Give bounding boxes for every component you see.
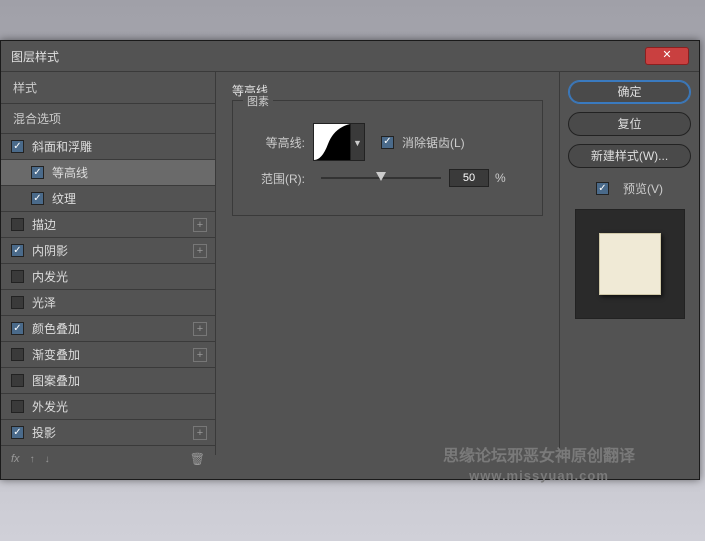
add-effect-icon[interactable]: + [193, 218, 207, 232]
style-item-6[interactable]: 光泽 [1, 289, 215, 315]
style-label: 内发光 [32, 268, 68, 285]
style-checkbox[interactable] [11, 218, 24, 231]
content-area: 样式 混合选项 斜面和浮雕等高线纹理描边+内阴影+内发光光泽颜色叠加+渐变叠加+… [1, 72, 699, 455]
style-checkbox[interactable] [11, 296, 24, 309]
style-item-10[interactable]: 外发光 [1, 393, 215, 419]
style-checkbox[interactable] [11, 270, 24, 283]
contour-row: 等高线: ▼ 消除锯齿(L) [249, 123, 526, 161]
preview-toggle-row: 预览(V) [568, 180, 691, 197]
style-item-0[interactable]: 斜面和浮雕 [1, 133, 215, 159]
style-checkbox[interactable] [11, 322, 24, 335]
antialias-label: 消除锯齿(L) [402, 134, 465, 151]
range-row: 范围(R): % [249, 169, 526, 187]
add-effect-icon[interactable]: + [193, 244, 207, 258]
range-unit: % [495, 171, 506, 185]
style-checkbox[interactable] [31, 166, 44, 179]
style-label: 图案叠加 [32, 372, 80, 389]
style-label: 描边 [32, 216, 56, 233]
style-label: 纹理 [52, 190, 76, 207]
antialias-checkbox[interactable] [381, 136, 394, 149]
section-title: 等高线 [232, 82, 543, 99]
contour-label: 等高线: [249, 134, 305, 151]
style-label: 斜面和浮雕 [32, 138, 92, 155]
style-checkbox[interactable] [11, 348, 24, 361]
style-checkbox[interactable] [11, 400, 24, 413]
style-checkbox[interactable] [11, 426, 24, 439]
arrow-up-icon[interactable]: ↑ [30, 454, 35, 465]
style-item-2[interactable]: 纹理 [1, 185, 215, 211]
style-item-9[interactable]: 图案叠加 [1, 367, 215, 393]
right-column: 确定 复位 新建样式(W)... 预览(V) [559, 72, 699, 455]
arrow-down-icon[interactable]: ↓ [45, 454, 50, 465]
style-checkbox[interactable] [11, 374, 24, 387]
style-label: 外发光 [32, 398, 68, 415]
elements-group: 图素 等高线: ▼ 消除锯齿(L) 范围(R): [232, 100, 543, 216]
style-label: 投影 [32, 424, 56, 441]
group-label: 图素 [243, 93, 273, 109]
close-button[interactable]: ✕ [645, 47, 689, 65]
add-effect-icon[interactable]: + [193, 348, 207, 362]
settings-panel: 等高线 图素 等高线: ▼ 消除锯齿(L) 范围(R): [216, 72, 559, 455]
range-input[interactable] [449, 169, 489, 187]
style-label: 等高线 [52, 164, 88, 181]
blending-options[interactable]: 混合选项 [1, 104, 215, 133]
preview-label: 预览(V) [623, 180, 663, 197]
fx-icon[interactable]: fx [11, 453, 20, 465]
style-checkbox[interactable] [11, 140, 24, 153]
contour-picker[interactable] [313, 123, 351, 161]
layer-style-dialog: 图层样式 ✕ 样式 混合选项 斜面和浮雕等高线纹理描边+内阴影+内发光光泽颜色叠… [0, 40, 700, 480]
titlebar: 图层样式 ✕ [1, 41, 699, 72]
preview-swatch [599, 233, 661, 295]
styles-sidebar: 样式 混合选项 斜面和浮雕等高线纹理描边 + 内阴影 + 内发光光泽颜色叠加 + 渐变叠加 +… [1, 72, 216, 455]
range-slider[interactable] [321, 177, 441, 179]
style-item-11[interactable]: 投影 + [1, 419, 215, 445]
preview-checkbox[interactable] [596, 182, 609, 195]
style-item-5[interactable]: 内发光 [1, 263, 215, 289]
style-item-3[interactable]: 描边 + [1, 211, 215, 237]
style-checkbox[interactable] [11, 244, 24, 257]
range-label: 范围(R): [249, 170, 305, 187]
style-label: 颜色叠加 [32, 320, 80, 337]
sidebar-header[interactable]: 样式 [1, 72, 215, 104]
preview-box [575, 209, 685, 319]
sidebar-footer: fx ↑ ↓ 🗑 [1, 445, 215, 472]
style-label: 渐变叠加 [32, 346, 80, 363]
trash-icon[interactable]: 🗑 [190, 452, 205, 466]
style-item-1[interactable]: 等高线 [1, 159, 215, 185]
style-item-7[interactable]: 颜色叠加 + [1, 315, 215, 341]
style-checkbox[interactable] [31, 192, 44, 205]
ok-button[interactable]: 确定 [568, 80, 691, 104]
style-item-8[interactable]: 渐变叠加 + [1, 341, 215, 367]
style-item-4[interactable]: 内阴影 + [1, 237, 215, 263]
new-style-button[interactable]: 新建样式(W)... [568, 144, 691, 168]
add-effect-icon[interactable]: + [193, 426, 207, 440]
style-label: 内阴影 [32, 242, 68, 259]
reset-button[interactable]: 复位 [568, 112, 691, 136]
window-title: 图层样式 [11, 48, 59, 65]
add-effect-icon[interactable]: + [193, 322, 207, 336]
contour-dropdown-icon[interactable]: ▼ [351, 123, 365, 161]
slider-thumb-icon[interactable] [376, 172, 386, 181]
style-label: 光泽 [32, 294, 56, 311]
